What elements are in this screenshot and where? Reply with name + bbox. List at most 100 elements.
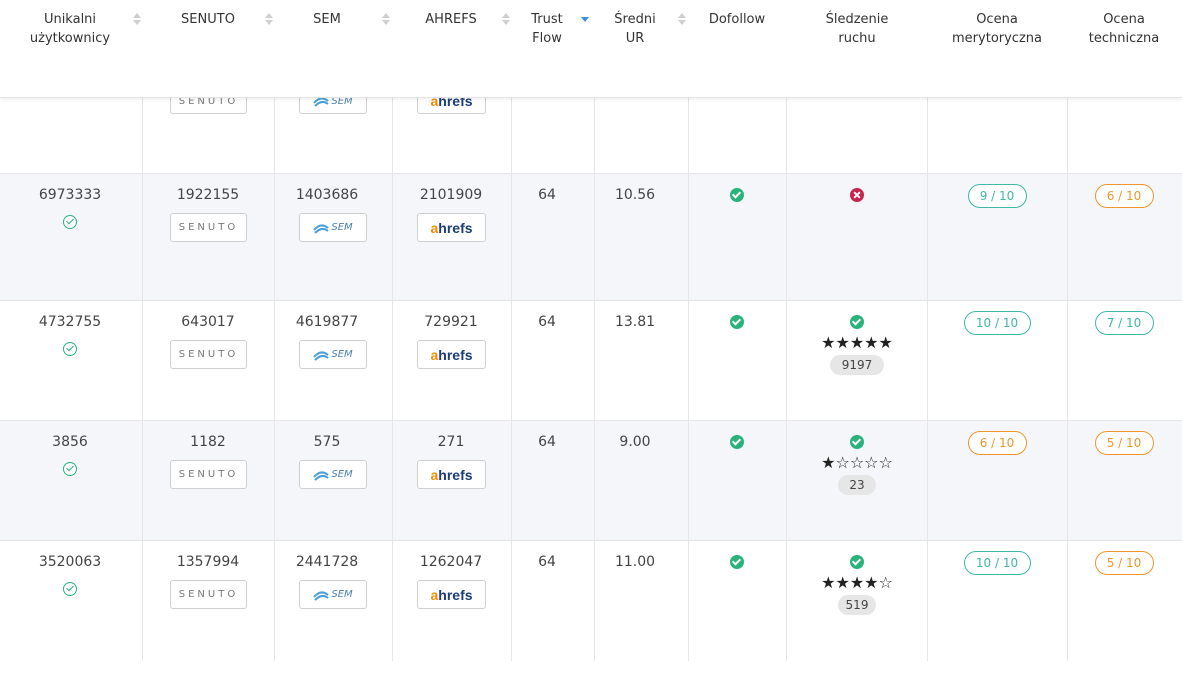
column-divider [392,98,393,661]
tracking-check-icon [850,555,864,569]
tech-score-badge: 5 / 10 [1094,551,1154,575]
column-header-line2: UR [625,31,645,46]
column-header-line1: Ocena [976,12,1018,27]
column-header-line1: Dofollow [708,12,766,27]
sem-logo[interactable]: SEM [299,213,367,242]
sem-wave-icon [313,350,329,361]
column-divider [927,98,928,661]
column-header-9[interactable]: Ocena techniczna [1064,10,1182,48]
sem-logo[interactable]: SEM [299,460,367,489]
sort-icon[interactable] [133,13,142,27]
column-header-6[interactable]: Dofollow [677,10,797,29]
unique-users-value: 3856 [52,434,88,450]
average-ur-value: 10.56 [614,187,656,203]
ahrefs-value: 2101909 [419,187,483,203]
merit-score-badge: 10 / 10 [963,551,1031,575]
rating-stars: ★★★★☆ [821,573,893,592]
trust-flow-value: 64 [538,314,556,330]
verified-check-icon [63,342,77,356]
column-header-line1: Ocena [1103,12,1145,27]
column-divider [142,98,143,661]
senuto-logo[interactable]: SENUTO [170,213,247,242]
rating-stars: ★☆☆☆☆ [821,453,893,472]
senuto-logo-text: SENUTO [178,222,239,233]
verified-check-icon [63,215,77,229]
sem-logo-text: SEM [313,589,353,601]
sem-value: 4619877 [295,314,359,330]
tech-score-badge: 6 / 10 [1094,184,1154,208]
unique-users-value: 3520063 [38,554,102,570]
column-header-0[interactable]: Unikalni użytkownicy [10,10,130,48]
sem-wave-icon [313,590,329,601]
dofollow-check-icon [730,555,744,569]
column-divider [1067,98,1068,661]
sem-logo[interactable]: SEM [299,340,367,369]
merit-score-badge: 10 / 10 [963,311,1031,335]
sem-wave-icon [313,223,329,234]
column-header-line2: techniczna [1088,31,1160,46]
senuto-logo-text: SENUTO [178,589,239,600]
verified-check-icon [63,462,77,476]
merit-score-badge: 6 / 10 [967,431,1027,455]
senuto-logo[interactable]: SENUTO [170,460,247,489]
ahrefs-logo-text: ahrefs [430,346,473,363]
column-header-7[interactable]: Śledzenie ruchu [797,10,917,48]
column-header-line1: SEM [313,12,341,27]
tracking-check-icon [850,435,864,449]
tech-score-badge: 5 / 10 [1094,431,1154,455]
column-header-line1: Unikalni [43,12,97,27]
column-divider [786,98,787,661]
ahrefs-logo[interactable]: ahrefs [417,580,486,609]
table-header: Unikalni użytkownicy SENUTO SEM AHREFS Trust F… [0,0,1182,98]
column-divider [511,98,512,661]
ahrefs-value: 271 [437,434,465,450]
sem-logo[interactable]: SEM [299,580,367,609]
senuto-logo-text: SENUTO [178,469,239,480]
tracking-cross-icon [850,188,864,202]
sort-icon[interactable] [382,13,391,27]
rating-count-badge: 23 [838,475,876,495]
sem-value: 2441728 [295,554,359,570]
merit-score-badge: 9 / 10 [967,184,1027,208]
sem-value: 575 [313,434,341,450]
senuto-logo[interactable]: SENUTO [170,580,247,609]
ahrefs-logo-text: ahrefs [430,219,473,236]
senuto-logo[interactable]: SENUTO [170,340,247,369]
rating-count-badge: 519 [838,595,876,615]
trust-flow-value: 64 [538,434,556,450]
sem-logo-text: SEM [313,469,353,481]
column-header-line2: użytkownicy [29,31,111,46]
ahrefs-logo-text: ahrefs [430,466,473,483]
dofollow-check-icon [730,315,744,329]
sem-logo-text: SEM [313,349,353,361]
column-header-line1: SENUTO [181,12,235,27]
ahrefs-logo[interactable]: ahrefs [417,213,486,242]
senuto-value: 643017 [181,314,235,330]
sem-logo-text: SEM [313,222,353,234]
column-header-line2: merytoryczna [952,31,1042,46]
ahrefs-logo-text: ahrefs [430,586,473,603]
average-ur-value: 9.00 [619,434,651,450]
dofollow-check-icon [730,435,744,449]
column-header-8[interactable]: Ocena merytoryczna [937,10,1057,48]
senuto-value: 1357994 [176,554,240,570]
senuto-value: 1182 [190,434,226,450]
column-header-line1: Śledzenie [825,12,889,27]
unique-users-value: 4732755 [38,314,102,330]
column-divider [274,98,275,661]
average-ur-value: 13.81 [614,314,656,330]
dofollow-check-icon [730,188,744,202]
column-header-1[interactable]: SENUTO [148,10,268,29]
ahrefs-logo[interactable]: ahrefs [417,460,486,489]
column-header-line2: ruchu [838,31,876,46]
ahrefs-value: 1262047 [419,554,483,570]
verified-check-icon [63,582,77,596]
column-divider [688,98,689,661]
tracking-check-icon [850,315,864,329]
average-ur-value: 11.00 [614,554,656,570]
sort-desc-active-icon[interactable] [581,17,589,22]
sem-wave-icon [313,470,329,481]
ahrefs-logo[interactable]: ahrefs [417,340,486,369]
column-header-2[interactable]: SEM [267,10,387,29]
sem-value: 1403686 [295,187,359,203]
